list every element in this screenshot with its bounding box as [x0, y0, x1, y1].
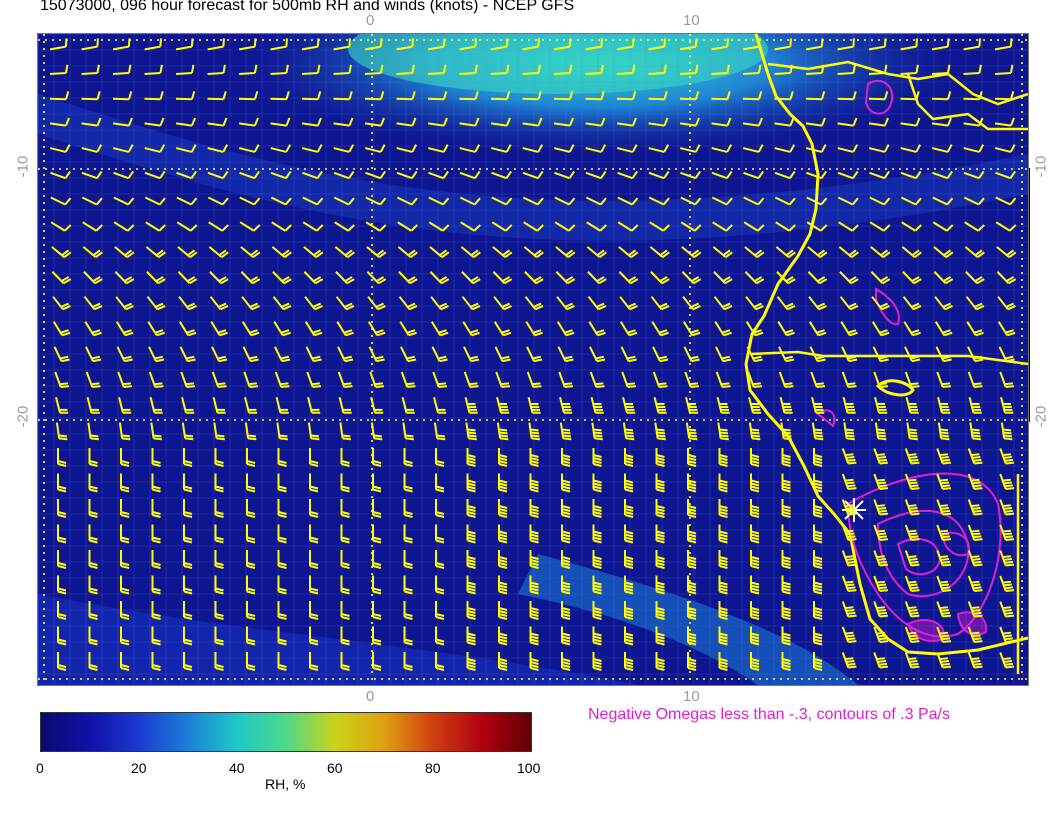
lon-tick-top-0: 0 — [366, 12, 375, 29]
lat-tick-right-20: -20 — [1032, 405, 1050, 428]
colorbar-tick-20: 20 — [131, 760, 147, 776]
map-panel — [37, 33, 1029, 686]
lat-tick-left-10: -10 — [14, 155, 32, 178]
lat-tick-left-20: -20 — [14, 405, 32, 428]
colorbar-tick-100: 100 — [517, 760, 541, 776]
colorbar-tick-40: 40 — [229, 760, 245, 776]
map-title: 15073000, 096 hour forecast for 500mb RH… — [40, 0, 575, 14]
colorbar-tick-0: 0 — [36, 760, 44, 776]
lon-tick-bottom-0: 0 — [366, 688, 375, 705]
omega-legend-note: Negative Omegas less than -.3, contours … — [588, 706, 950, 723]
lon-tick-top-10: 10 — [683, 12, 700, 29]
colorbar-tick-80: 80 — [425, 760, 441, 776]
lon-tick-bottom-10: 10 — [683, 688, 700, 705]
map-canvas — [38, 34, 1028, 685]
colorbar-tick-60: 60 — [327, 760, 343, 776]
lat-tick-right-10: -10 — [1032, 155, 1050, 178]
colorbar-label: RH, % — [265, 776, 306, 792]
rh-colorbar — [40, 712, 532, 752]
